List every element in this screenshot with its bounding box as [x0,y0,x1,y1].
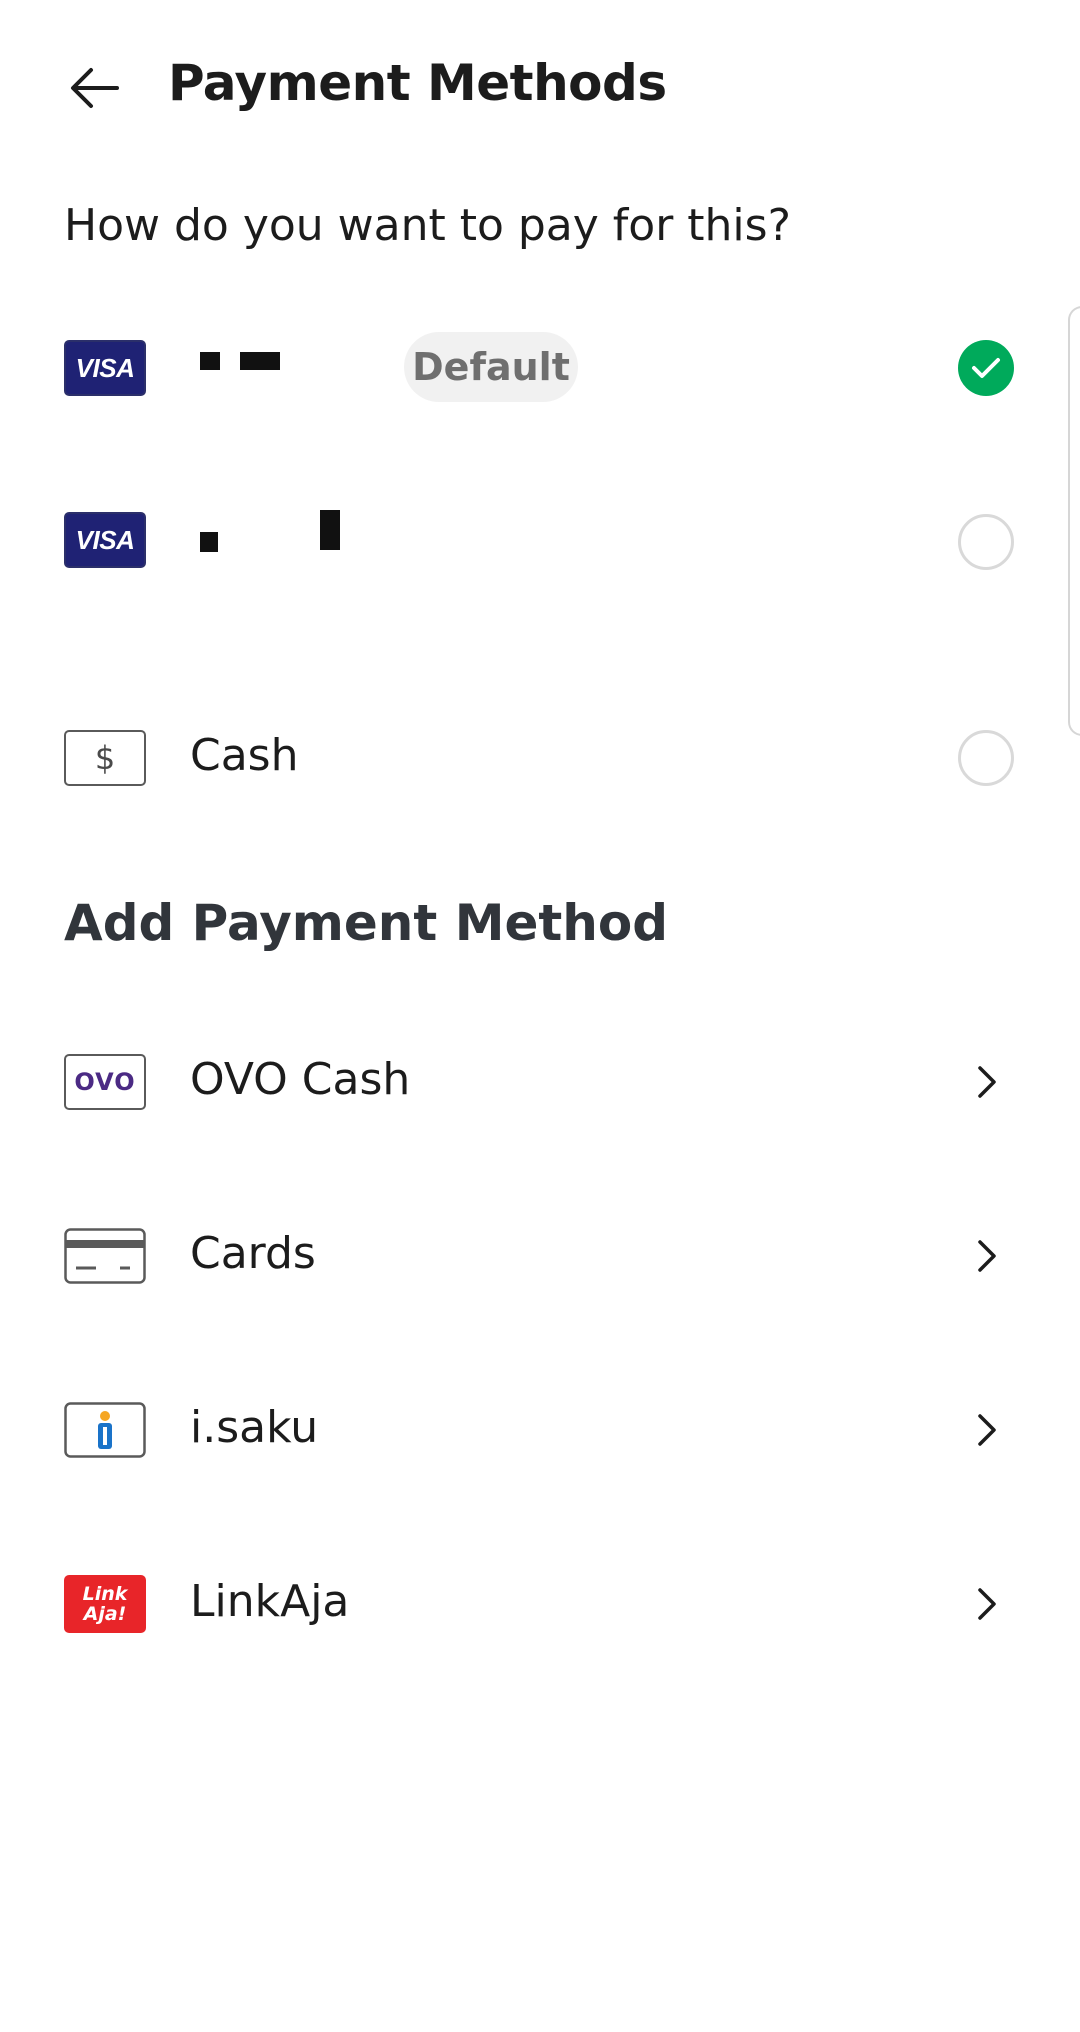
cards-label: Cards [190,1228,316,1279]
arrow-left-icon [71,68,119,108]
page-title: Payment Methods [168,54,667,112]
chevron-right-icon [978,1066,996,1098]
masked-card-number [240,352,280,370]
masked-card-number [320,510,340,550]
add-payment-method-title: Add Payment Method [64,894,669,952]
masked-card-number [200,352,220,370]
card-icon [64,1228,146,1284]
chevron-right-icon [978,1240,996,1272]
back-button[interactable] [64,58,126,118]
scroll-edge-indicator [1068,306,1080,736]
visa-logo-icon: VISA [64,340,146,396]
visa-logo-text: VISA [64,512,146,568]
add-option-isaku[interactable]: i.saku [0,1360,1080,1500]
linkaja-logo-icon: Link Aja! [64,1575,146,1633]
ovo-logo-icon: OVO [64,1054,146,1110]
linkaja-logo-line1: Link [82,1583,128,1605]
visa-logo-text: VISA [64,340,146,396]
isaku-label: i.saku [190,1402,319,1453]
radio-unselected[interactable] [958,730,1014,786]
payment-option-cash[interactable]: $ Cash [0,688,1080,828]
cash-icon: $ [64,730,146,786]
linkaja-label: LinkAja [190,1576,350,1627]
add-option-linkaja[interactable]: Link Aja! LinkAja [0,1534,1080,1674]
checkmark-icon [972,358,1000,378]
radio-unselected[interactable] [958,514,1014,570]
radio-selected[interactable] [958,340,1014,396]
isaku-logo-icon [64,1402,146,1458]
ovo-cash-label: OVO Cash [190,1054,411,1105]
default-badge: Default [404,332,578,402]
cash-label: Cash [190,730,299,781]
dollar-icon: $ [94,739,116,777]
chevron-right-icon [978,1588,996,1620]
add-option-cards[interactable]: Cards [0,1186,1080,1326]
visa-logo-icon: VISA [64,512,146,568]
add-option-ovo-cash[interactable]: OVO OVO Cash [0,1012,1080,1152]
payment-option-visa[interactable]: VISA [0,470,1080,610]
ovo-logo-text: OVO [74,1068,136,1096]
linkaja-logo-line2: Aja! [83,1603,127,1625]
chevron-right-icon [978,1414,996,1446]
payment-prompt: How do you want to pay for this? [64,200,791,251]
masked-card-number [200,532,218,552]
top-app-bar: Payment Methods [0,30,1080,146]
